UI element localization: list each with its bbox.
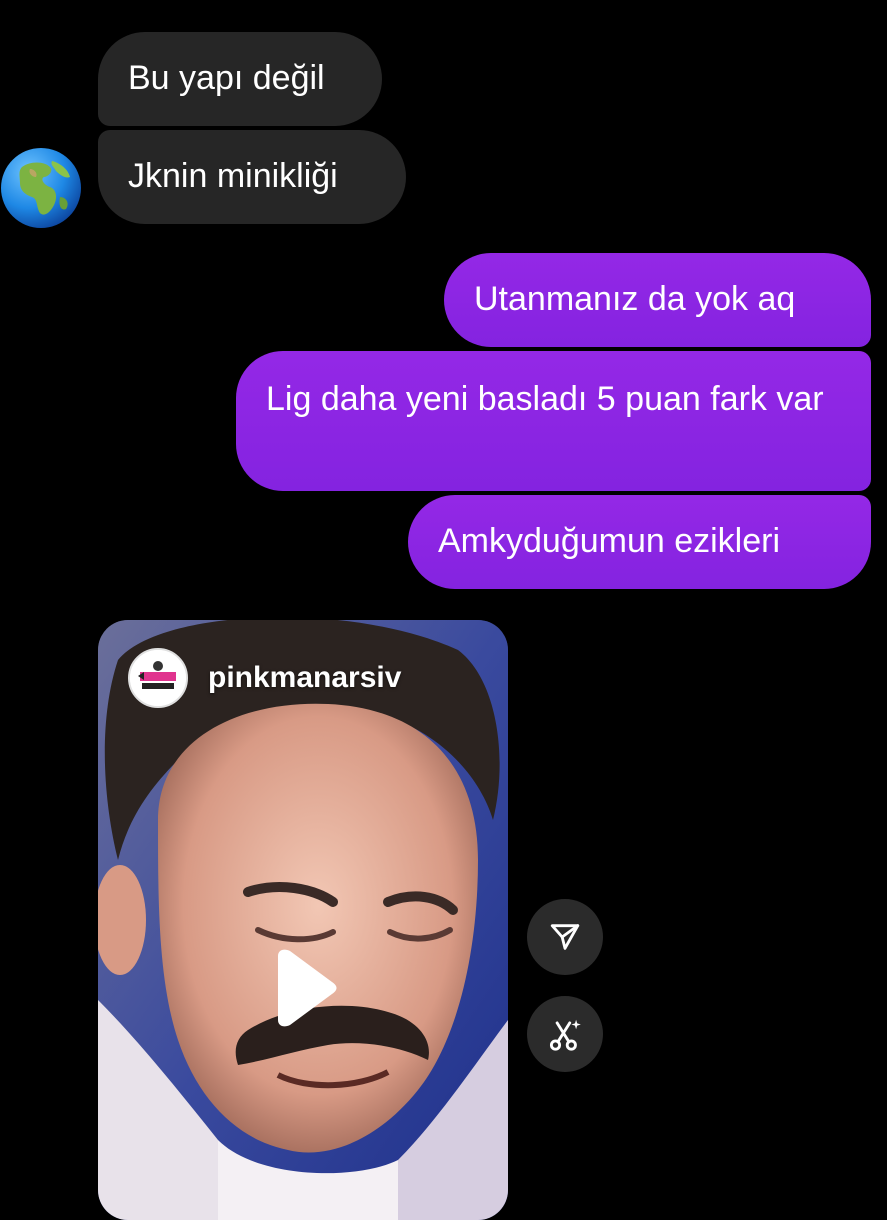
play-icon[interactable]: [268, 948, 338, 1028]
sender-avatar[interactable]: [0, 147, 82, 229]
reel-username[interactable]: pinkmanarsiv: [208, 661, 401, 695]
send-icon: [550, 924, 580, 950]
outgoing-message-bubble[interactable]: Utanmanız da yok aq: [444, 253, 871, 347]
share-button[interactable]: [527, 899, 603, 975]
outgoing-message-bubble[interactable]: Lig daha yeni basladı 5 puan fark var: [236, 351, 871, 491]
outgoing-message-bubble[interactable]: Amkyduğumun ezikleri: [408, 495, 871, 589]
message-text: Amkyduğumun ezikleri: [438, 522, 781, 560]
message-text: Lig daha yeni basladı 5 puan fark var: [266, 380, 824, 418]
reel-header[interactable]: pinkmanarsiv: [128, 648, 401, 708]
reel-thumbnail: [98, 620, 508, 1220]
reel-account-avatar[interactable]: [128, 648, 188, 708]
incoming-message-bubble[interactable]: Bu yapı değil: [98, 32, 382, 126]
message-text: Jknin minikliği: [128, 157, 338, 195]
scissors-sparkle-icon: [549, 1019, 581, 1051]
account-logo-icon: [130, 650, 186, 706]
globe-emoji-icon: [1, 148, 81, 228]
shared-reel-card[interactable]: pinkmanarsiv: [98, 620, 508, 1220]
incoming-message-bubble[interactable]: Jknin minikliği: [98, 130, 406, 224]
message-text: Utanmanız da yok aq: [474, 280, 796, 318]
remix-button[interactable]: [527, 996, 603, 1072]
message-text: Bu yapı değil: [128, 59, 325, 97]
